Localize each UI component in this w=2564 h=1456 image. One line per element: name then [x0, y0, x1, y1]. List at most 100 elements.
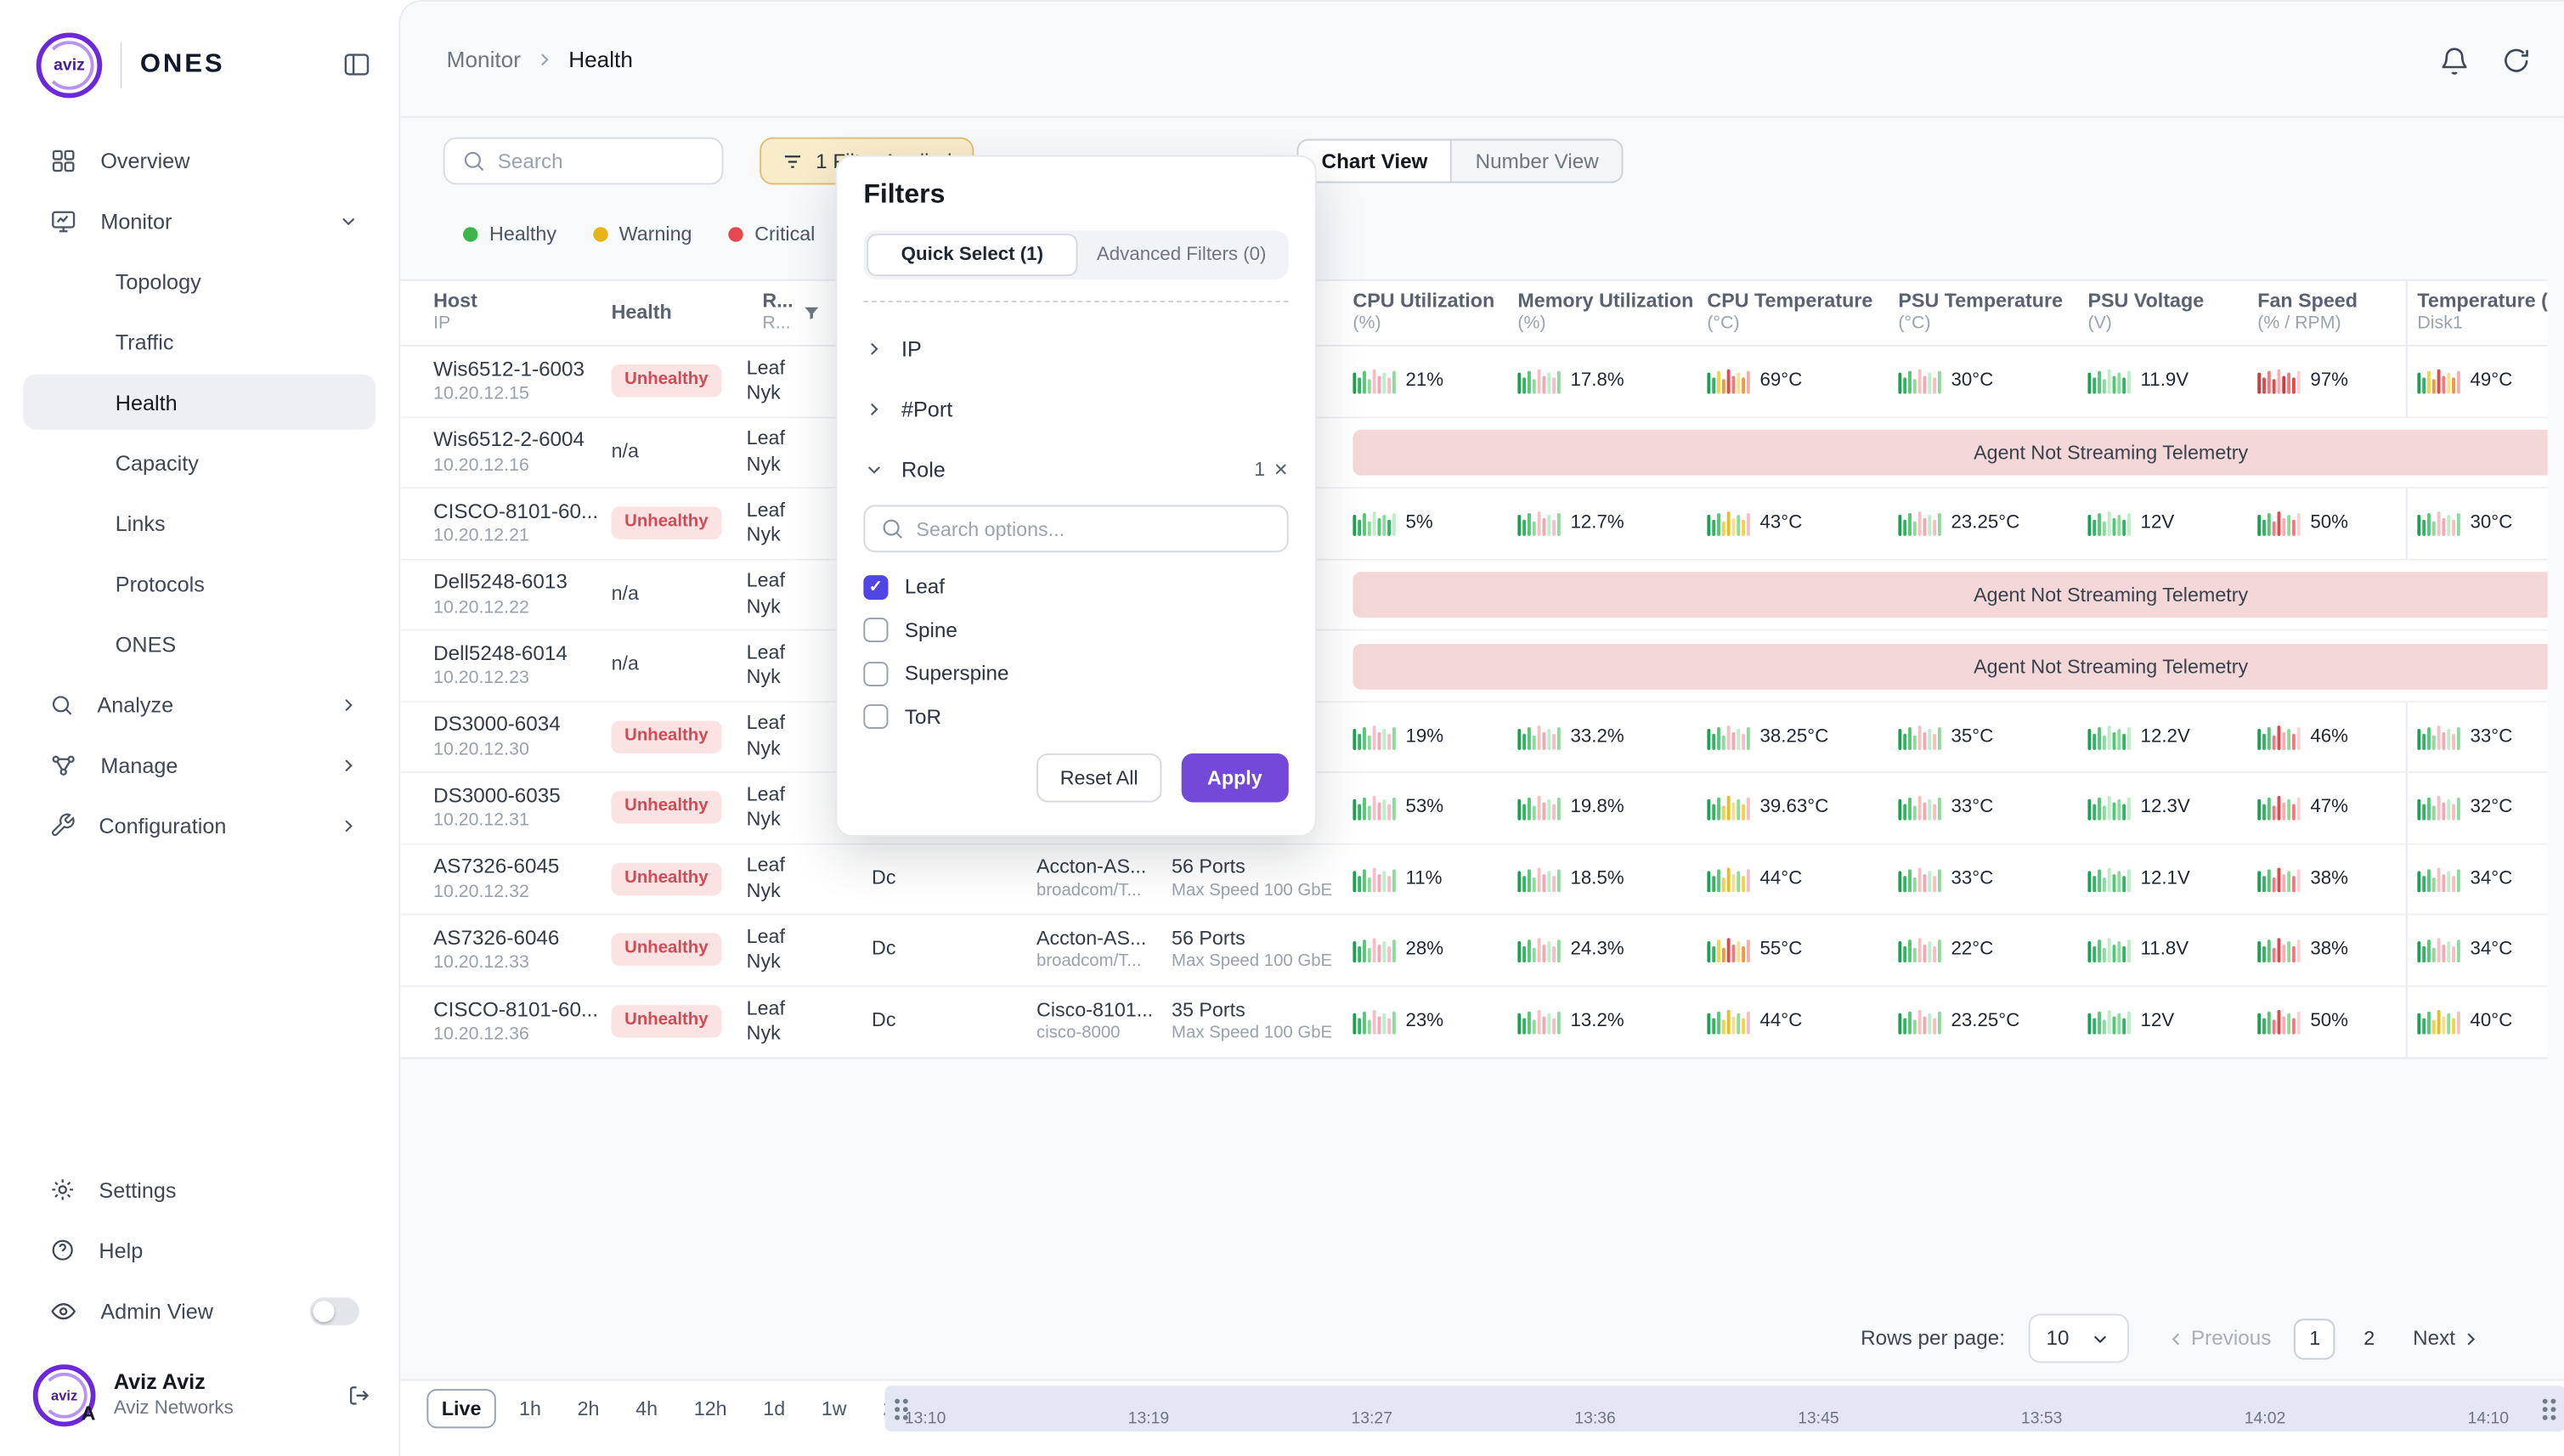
time-range-4h[interactable]: 4h	[623, 1389, 671, 1428]
apply-button[interactable]: Apply	[1181, 753, 1289, 803]
breadcrumb-monitor[interactable]: Monitor	[447, 47, 521, 71]
health-cell: Unhealthy	[612, 915, 747, 985]
table-row[interactable]: DS3000-603510.20.12.31UnhealthyLeafNyk53…	[400, 773, 2547, 844]
sidebar-item-traffic[interactable]: Traffic	[23, 313, 376, 369]
site-cell: Dc	[837, 986, 1023, 1058]
role-value: Leaf	[747, 996, 785, 1022]
chevron-down-icon	[338, 210, 359, 231]
sidebar-item-health[interactable]: Health	[23, 375, 376, 430]
sidebar-item-overview[interactable]: Overview	[20, 133, 379, 188]
reset-all-button[interactable]: Reset All	[1037, 753, 1161, 803]
filter-tab-advanced-filters-0[interactable]: Advanced Filters (0)	[1077, 234, 1285, 276]
bell-icon[interactable]	[2432, 39, 2475, 82]
filter-options-search-input[interactable]	[916, 517, 1272, 540]
host-name: Wis6512-1-6003	[433, 356, 585, 382]
metric-sparkline	[1517, 794, 1560, 821]
filter-tab-quick-select-1[interactable]: Quick Select (1)	[867, 234, 1077, 276]
legend-label: Warning	[619, 223, 692, 245]
rows-per-page-select[interactable]: 10	[2028, 1314, 2128, 1363]
metric-value: 55°C	[1759, 940, 1802, 960]
metric-cell: 44°C	[1694, 844, 1885, 914]
rows-per-page-value: 10	[2046, 1327, 2069, 1350]
filter-option-superspine[interactable]: Superspine	[863, 652, 1288, 696]
metric-sparkline	[2257, 1008, 2300, 1035]
role-cell: LeafNyk	[747, 631, 838, 701]
timeline-right-handle[interactable]	[2539, 1394, 2559, 1424]
filter-option-label: Leaf	[905, 576, 945, 599]
host-cell: Wis6512-1-600310.20.12.15	[433, 347, 611, 416]
metric-sparkline	[2257, 511, 2300, 537]
filter-section-role[interactable]: Role1✕	[863, 446, 1288, 492]
search-input[interactable]	[498, 150, 705, 172]
logo-divider	[121, 42, 122, 88]
filter-section-ip[interactable]: IP	[863, 325, 1288, 371]
host-name: DS3000-6035	[433, 782, 561, 809]
column-header-host: HostIP	[433, 281, 611, 345]
role-sub-value: Nyk	[747, 381, 781, 407]
table-row[interactable]: CISCO-8101-60...10.20.12.36UnhealthyLeaf…	[400, 986, 2547, 1058]
time-range-2h[interactable]: 2h	[564, 1389, 613, 1428]
health-value: n/a	[612, 439, 639, 465]
checkbox-superspine[interactable]	[863, 662, 888, 686]
sidebar-item-admin-view[interactable]: Admin View	[20, 1283, 379, 1338]
time-range-12h[interactable]: 12h	[681, 1389, 740, 1428]
table-row[interactable]: Dell5248-601410.20.12.23n/aLeafNykAgent …	[400, 631, 2547, 703]
table-row[interactable]: Wis6512-2-600410.20.12.16n/aLeafNykAgent…	[400, 418, 2547, 489]
role-value: Leaf	[747, 853, 785, 878]
clear-filter-icon[interactable]: ✕	[1274, 459, 1289, 480]
filter-section-port[interactable]: #Port	[863, 386, 1288, 432]
sidebar-item-monitor[interactable]: Monitor	[20, 193, 379, 248]
sidebar-item-analyze[interactable]: Analyze	[20, 676, 379, 731]
sidebar-item-protocols[interactable]: Protocols	[23, 556, 376, 611]
table-row[interactable]: AS7326-604610.20.12.33UnhealthyLeafNykDc…	[400, 915, 2547, 986]
collapse-panel-icon[interactable]	[341, 49, 372, 81]
metric-cell: 44°C	[1694, 986, 1885, 1058]
view-toggle-chart-view[interactable]: Chart View	[1298, 140, 1452, 181]
time-range-live[interactable]: Live	[426, 1389, 495, 1428]
metric-cell: 11%	[1340, 844, 1505, 914]
time-range-1w[interactable]: 1w	[808, 1389, 860, 1428]
sidebar-item-manage[interactable]: Manage	[20, 737, 379, 793]
table-row[interactable]: Dell5248-601310.20.12.22n/aLeafNykAgent …	[400, 560, 2547, 631]
sidebar-item-links[interactable]: Links	[23, 495, 376, 550]
sidebar-item-help[interactable]: Help	[20, 1222, 379, 1278]
previous-page-button[interactable]: Previous	[2165, 1327, 2271, 1350]
filter-option-spine[interactable]: Spine	[863, 609, 1288, 652]
chevron-right-icon	[338, 815, 359, 836]
next-page-button[interactable]: Next	[2413, 1327, 2482, 1350]
health-badge: Unhealthy	[612, 365, 721, 398]
page-1[interactable]: 1	[2294, 1318, 2335, 1358]
metric-sparkline	[1517, 511, 1560, 537]
table-row[interactable]: CISCO-8101-60...10.20.12.21UnhealthyLeaf…	[400, 488, 2547, 560]
ports-cell: 56 PortsMax Speed 100 GbE	[1160, 844, 1339, 914]
sidebar-item-ones[interactable]: ONES	[23, 616, 376, 671]
refresh-icon[interactable]	[2495, 39, 2538, 82]
logout-icon[interactable]	[346, 1382, 372, 1408]
role-value: Leaf	[747, 782, 785, 808]
host-name: Dell5248-6013	[433, 569, 568, 595]
sidebar-item-settings[interactable]: Settings	[20, 1162, 379, 1217]
table-row[interactable]: DS3000-603410.20.12.30UnhealthyLeafNyk19…	[400, 702, 2547, 773]
metric-cell: 11.9V	[2075, 347, 2245, 416]
sidebar-item-topology[interactable]: Topology	[23, 253, 376, 308]
filter-option-leaf[interactable]: ✓ Leaf	[863, 566, 1288, 609]
page-2[interactable]: 2	[2349, 1318, 2390, 1358]
time-range-1d[interactable]: 1d	[750, 1389, 799, 1428]
checkbox-tor[interactable]	[863, 705, 888, 730]
checkbox-leaf[interactable]: ✓	[863, 575, 888, 600]
filter-option-tor[interactable]: ToR	[863, 696, 1288, 739]
role-sub-value: Nyk	[747, 808, 781, 833]
sidebar-item-capacity[interactable]: Capacity	[23, 435, 376, 490]
time-range-1h[interactable]: 1h	[505, 1389, 554, 1428]
next-label: Next	[2413, 1327, 2455, 1350]
view-toggle-number-view[interactable]: Number View	[1453, 140, 1622, 181]
metric-value: 23%	[1405, 1012, 1443, 1031]
metric-sparkline	[2257, 794, 2300, 821]
admin-view-toggle[interactable]	[310, 1296, 359, 1324]
table-row[interactable]: AS7326-604510.20.12.32UnhealthyLeafNykDc…	[400, 844, 2547, 916]
table-row[interactable]: Wis6512-1-600310.20.12.15UnhealthyLeafNy…	[400, 347, 2547, 418]
timeline-slider[interactable]: 13:1013:1913:2713:3613:4513:5314:0214:10	[885, 1385, 2564, 1431]
sidebar-item-configuration[interactable]: Configuration	[20, 798, 379, 853]
legend-item: Warning	[593, 223, 692, 245]
checkbox-spine[interactable]	[863, 618, 888, 643]
